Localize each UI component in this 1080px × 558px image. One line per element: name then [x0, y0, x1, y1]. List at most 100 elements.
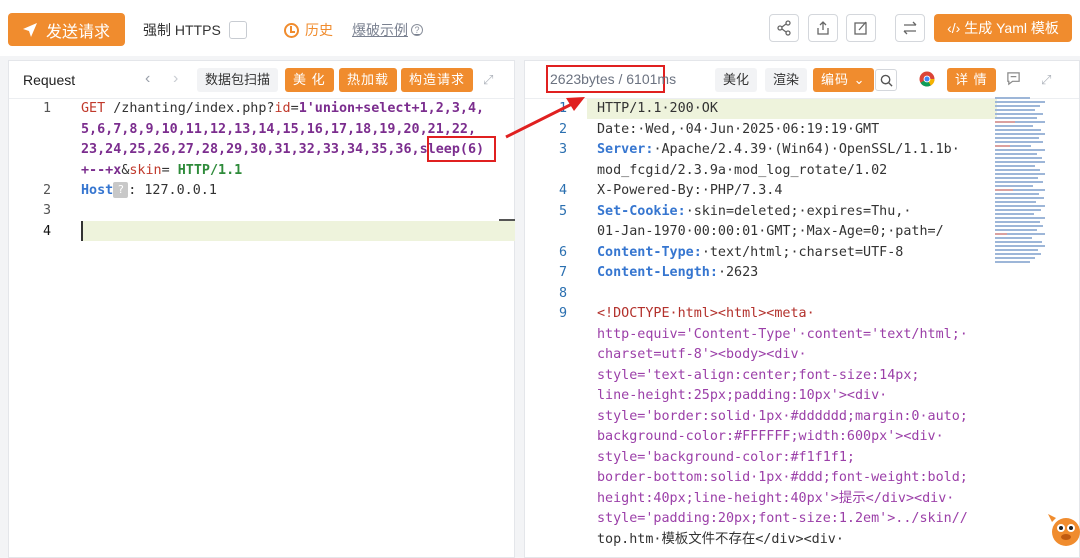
response-panel: 2623bytes / 6101ms 美化 渲染 编码 ⌄ 详 情 ⤢ 1 2 …: [524, 60, 1080, 558]
response-header-date: Date:·Wed,·04·Jun·2025·06:19:19·GMT: [597, 121, 880, 137]
header-key: Host: [81, 183, 114, 198]
response-body-line: http-equiv='Content-Type'·content='text/…: [597, 326, 968, 342]
response-body-line: charset=utf-8'><body><div·: [597, 347, 807, 362]
chevron-right-icon[interactable]: ›: [173, 70, 178, 88]
hot-load-button[interactable]: 热加载: [339, 68, 398, 92]
response-body-line: style='background-color:#f1f1f1;: [597, 449, 855, 465]
beautify-button[interactable]: 美 化: [285, 68, 334, 92]
equals-sign: =: [290, 101, 299, 116]
chevron-down-icon: ⌄: [853, 72, 866, 87]
param-name-skin: skin: [129, 162, 162, 178]
line-number: 1: [558, 101, 567, 116]
generate-yaml-button[interactable]: ‹/› 生成 Yaml 模板: [934, 14, 1072, 42]
response-header-server: Server:·Apache/2.4.39·(Win64)·OpenSSL/1.…: [597, 140, 960, 161]
share-icon: [777, 20, 791, 36]
response-size-time: 2623bytes / 6101ms: [546, 65, 676, 93]
line-number: 3: [42, 203, 51, 218]
scroll-marker: [499, 219, 515, 221]
response-header-content-type: Content-Type:·text/html;·charset=UTF-8: [597, 243, 903, 264]
top-toolbar: 发送请求 强制 HTTPS 历史 爆破示例 ? ‹/› 生成 Yaml 模板: [0, 0, 1080, 56]
brute-example-link[interactable]: 爆破示例 ?: [352, 20, 423, 40]
help-icon: ?: [411, 24, 423, 36]
export-button[interactable]: [808, 14, 838, 42]
code-minimap[interactable]: [995, 97, 1050, 267]
response-body-line: top.htm·模板文件不存在</div><div·: [597, 531, 844, 547]
response-body-line: style='text-align:center;font-size:14px;: [597, 367, 920, 383]
header-key: Server:: [597, 142, 654, 157]
line-number: 2: [42, 183, 51, 198]
generate-yaml-label: ‹/› 生成 Yaml 模板: [947, 20, 1059, 36]
request-title: Request: [23, 72, 76, 88]
response-status-line: HTTP/1.1·200·OK: [597, 101, 718, 116]
send-request-label: 发送请求: [46, 23, 111, 41]
force-https-checkbox[interactable]: [228, 21, 247, 39]
current-line-highlight: [81, 221, 515, 241]
http-version: HTTP/1.1: [177, 162, 243, 178]
packet-scan-button[interactable]: 数据包扫描: [197, 68, 279, 92]
header-value: ·text/html;·charset=UTF-8: [701, 244, 904, 260]
http-method: GET: [81, 101, 106, 116]
mascot-icon: [1048, 514, 1080, 546]
response-panel-header: 2623bytes / 6101ms 美化 渲染 编码 ⌄ 详 情 ⤢: [525, 61, 1079, 99]
send-icon: [23, 22, 37, 37]
edit-icon: [854, 21, 867, 35]
chrome-icon[interactable]: [919, 71, 935, 90]
encoding-dropdown[interactable]: 编码 ⌄: [813, 68, 874, 92]
response-header-content-length: Content-Length:·2623: [597, 263, 758, 284]
request-line-1-wrap: +--+x&skin= HTTP/1.1: [81, 161, 242, 182]
response-header-set-cookie-wrap: 01-Jan-1970·00:00:01·GMT;·Max-Age=0;·pat…: [597, 224, 944, 239]
clock-icon: [284, 22, 299, 38]
text-cursor: [81, 221, 83, 241]
expand-icon[interactable]: ⤢: [483, 72, 493, 88]
comment-icon[interactable]: [1006, 71, 1021, 89]
request-line-1: GET /zhanting/index.php?id=1'union+selec…: [81, 99, 484, 120]
force-https-toggle[interactable]: 强制 HTTPS: [143, 20, 247, 40]
share-button[interactable]: [769, 14, 799, 42]
chevron-left-icon[interactable]: ‹: [145, 70, 150, 88]
send-request-button[interactable]: 发送请求: [8, 13, 125, 46]
sleep-highlight-box: [427, 136, 496, 162]
response-body-line: style='padding:20px;font-size:1.2em'>../…: [597, 511, 968, 526]
response-body-line: <!DOCTYPE·html><html><meta·: [597, 306, 815, 321]
header-value: : 127.0.0.1: [128, 183, 217, 198]
line-number: 4: [558, 183, 567, 198]
line-number: 7: [558, 265, 567, 280]
history-label: 历史: [305, 22, 333, 38]
url-path: /zhanting/index.php?: [105, 101, 275, 116]
detail-button[interactable]: 详 情: [947, 68, 996, 92]
param-value-end: +--+x: [81, 162, 122, 178]
history-button[interactable]: 历史: [284, 20, 333, 40]
response-body-line: style='border:solid·1px·#dddddd;margin:0…: [597, 408, 968, 424]
edit-button[interactable]: [846, 14, 876, 42]
swap-button[interactable]: [895, 14, 925, 42]
header-key: Content-Length:: [597, 265, 718, 280]
response-header-set-cookie: Set-Cookie:·skin=deleted;·expires=Thu,·: [597, 202, 911, 223]
swap-icon: [903, 21, 917, 35]
line-number: 3: [558, 142, 567, 157]
line-number: 9: [558, 306, 567, 321]
expand-icon[interactable]: ⤢: [1041, 72, 1051, 88]
help-badge-icon[interactable]: ?: [113, 182, 129, 198]
search-button[interactable]: [875, 69, 897, 91]
header-value: ·skin=deleted;·expires=Thu,·: [685, 203, 912, 219]
request-line-2: Host?: 127.0.0.1: [81, 181, 217, 202]
response-body-line: line-height:25px;padding:10px'><div·: [597, 388, 888, 403]
response-beautify-button[interactable]: 美化: [715, 68, 758, 92]
response-body-line: background-color:#FFFFFF;width:600px'><d…: [597, 429, 944, 444]
equals-sign: =: [161, 162, 178, 178]
request-line-1-wrap: 5,6,7,8,9,10,11,12,13,14,15,16,17,18,19,…: [81, 121, 477, 137]
request-line-1-wrap: 23,24,25,26,27,28,29,30,31,32,33,34,35,3…: [81, 140, 484, 161]
construct-request-button[interactable]: 构造请求: [401, 68, 474, 92]
line-number: 5: [558, 203, 567, 219]
encoding-label: 编码: [821, 72, 850, 87]
param-value-cont: 23,24,25,26,27,28,29,30,31,32,33,34,35,3…: [81, 142, 420, 157]
render-button[interactable]: 渲染: [765, 68, 808, 92]
line-number: 2: [558, 121, 567, 137]
line-number: 4: [42, 224, 51, 239]
header-key: Set-Cookie:: [597, 203, 686, 219]
line-number: 8: [558, 285, 567, 301]
param-name: id: [274, 101, 291, 116]
header-key: Content-Type:: [597, 244, 702, 260]
force-https-label: 强制 HTTPS: [143, 22, 221, 38]
brute-example-label: 爆破示例: [352, 22, 408, 38]
